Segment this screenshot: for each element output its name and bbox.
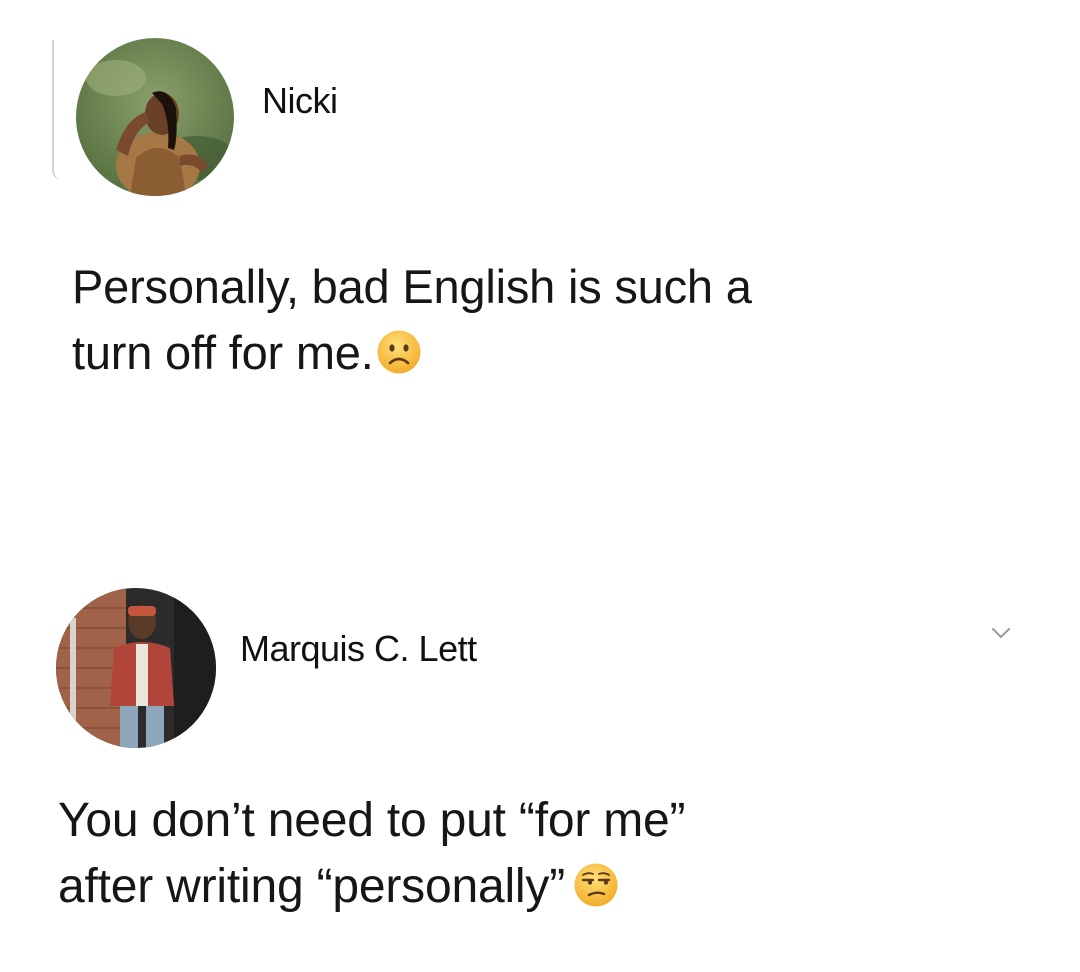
post-text-line-content: turn off for me.	[72, 326, 374, 379]
author-name[interactable]: Marquis C. Lett	[240, 628, 477, 670]
frowning-face-emoji-icon	[376, 329, 422, 375]
post-text-line-content: after writing “personally”	[58, 860, 565, 913]
profile-photo-icon	[56, 588, 216, 748]
post-text-line: You don’t need to put “for me”	[58, 794, 686, 847]
chevron-down-icon[interactable]	[988, 620, 1014, 646]
post-text-line: Personally, bad English is such a	[72, 260, 752, 313]
post-text-line: after writing “personally”	[58, 854, 685, 920]
avatar[interactable]	[76, 38, 234, 196]
post-text: You don’t need to put “for me” after wri…	[58, 788, 686, 920]
author-name[interactable]: Nicki	[262, 80, 338, 122]
post-text-line: turn off for me.	[72, 320, 752, 386]
profile-photo-icon	[76, 38, 234, 196]
avatar[interactable]	[56, 588, 216, 748]
post-marquis: Marquis C. Lett You don’t need to put “f…	[0, 560, 1080, 972]
post-text: Personally, bad English is such a turn o…	[72, 254, 752, 386]
post-nicki: Nicki Personally, bad English is such a …	[0, 0, 1080, 480]
thread-edge-line	[52, 40, 68, 180]
unamused-face-emoji-icon	[573, 862, 619, 908]
